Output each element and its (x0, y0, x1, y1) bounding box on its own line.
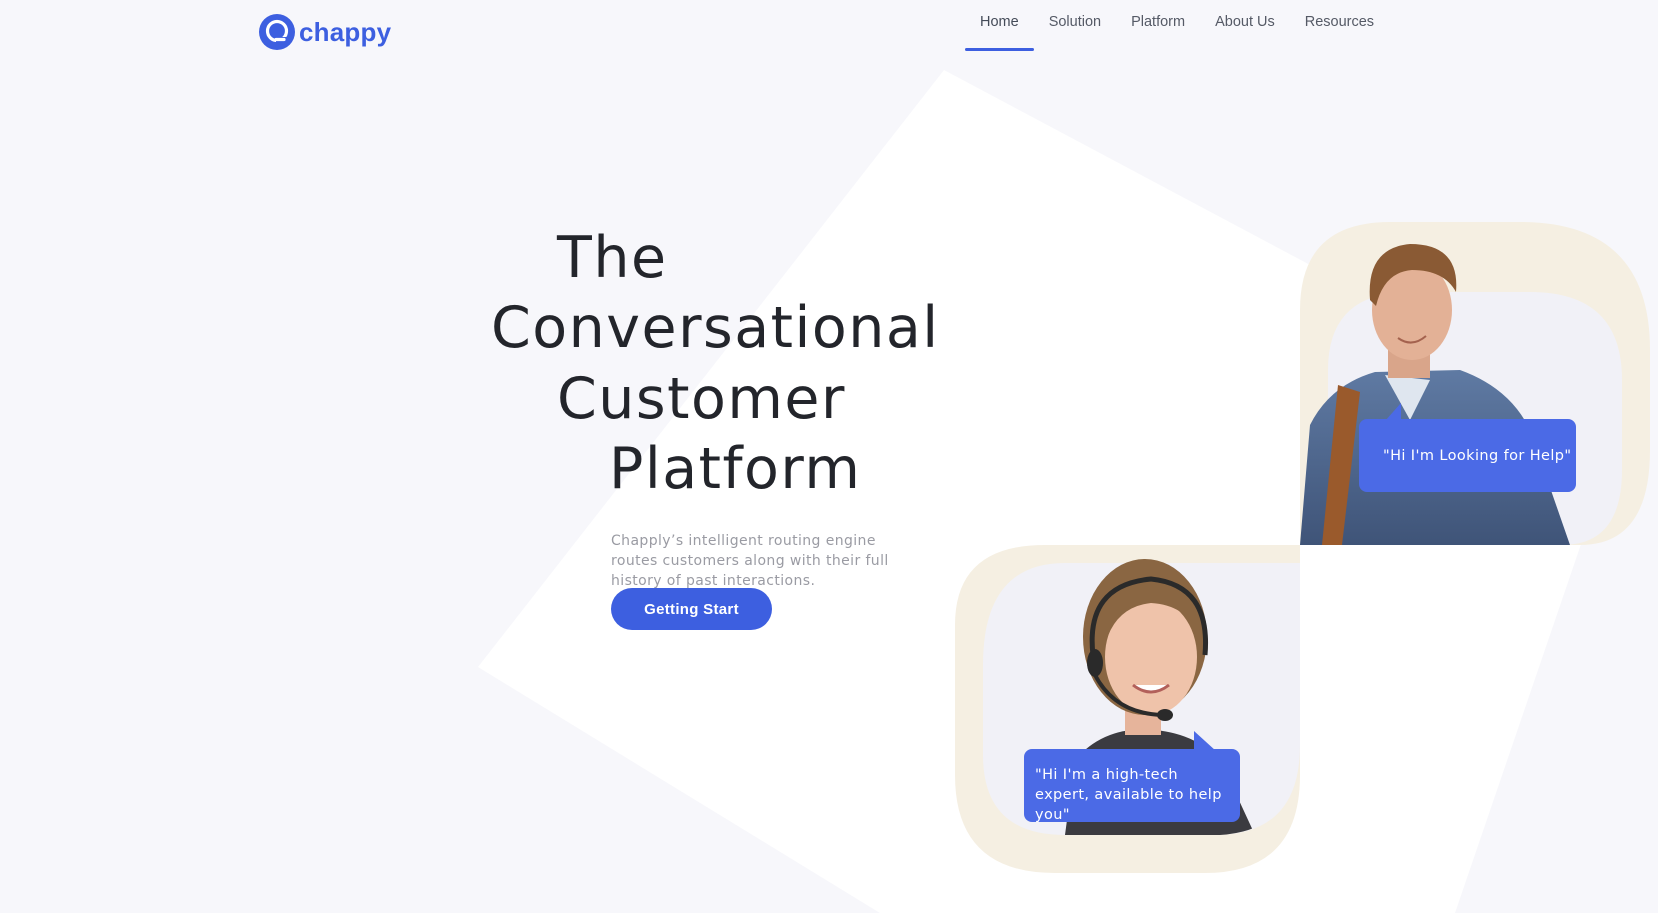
agent-chat-bubble: "Hi I'm a high-tech expert, available to… (1024, 749, 1240, 823)
nav-item-home[interactable]: Home (965, 0, 1034, 51)
brand-name: chappy (299, 16, 392, 47)
hero-title-line-3: Customer (557, 366, 846, 432)
hero-title-line-2: Conversational (491, 295, 940, 361)
hero-description: Chapply’s intelligent routing engine rou… (611, 533, 889, 589)
nav-item-solution[interactable]: Solution (1034, 0, 1116, 50)
main-nav: Home Solution Platform About Us Resource… (965, 0, 1389, 51)
bubble-2-tail (1194, 731, 1216, 751)
hero-title-line-4: Platform (609, 436, 862, 502)
agent-quote: "Hi I'm a high-tech expert, available to… (1035, 767, 1222, 823)
site-header: chappy Home Solution Platform About Us R… (0, 0, 1658, 60)
getting-start-button[interactable]: Getting Start (611, 588, 772, 630)
nav-item-resources[interactable]: Resources (1290, 0, 1389, 50)
chat-bubble-logo-icon (259, 14, 295, 50)
hero-title-line-1: The (557, 225, 668, 291)
nav-item-about-us[interactable]: About Us (1200, 0, 1290, 50)
nav-item-platform[interactable]: Platform (1116, 0, 1200, 50)
customer-chat-bubble: "Hi I'm Looking for Help" (1359, 419, 1576, 492)
agent-photo (955, 545, 1300, 873)
customer-photo (1300, 222, 1650, 545)
customer-quote: "Hi I'm Looking for Help" (1383, 447, 1572, 464)
brand-logo[interactable]: chappy (259, 14, 391, 50)
